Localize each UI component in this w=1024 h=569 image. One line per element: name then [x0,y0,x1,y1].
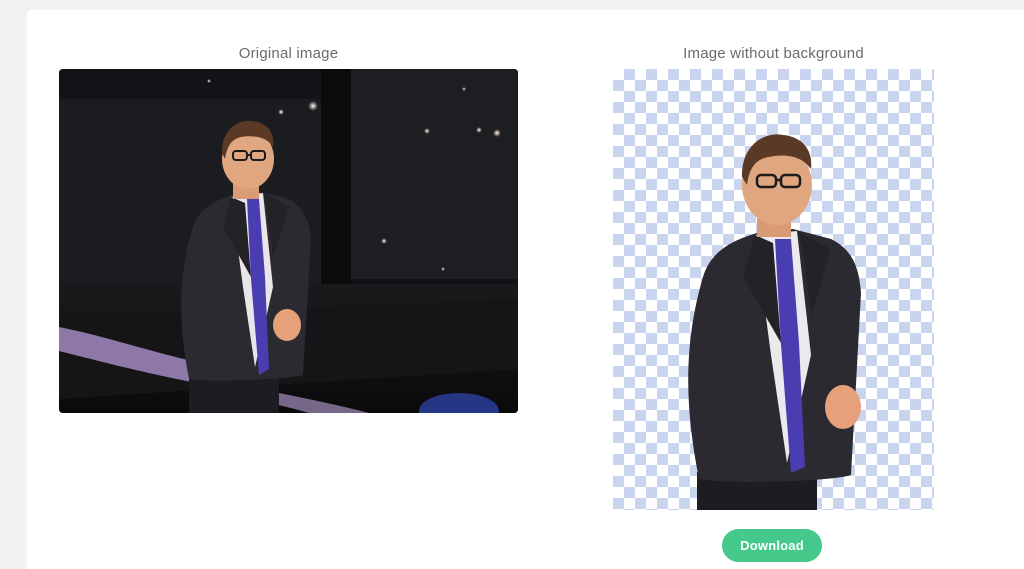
original-image [59,69,518,413]
download-button[interactable]: Download [722,529,822,562]
result-image-caption: Image without background [683,45,864,62]
background-removed-image [613,69,934,510]
original-image-caption: Original image [238,45,339,62]
